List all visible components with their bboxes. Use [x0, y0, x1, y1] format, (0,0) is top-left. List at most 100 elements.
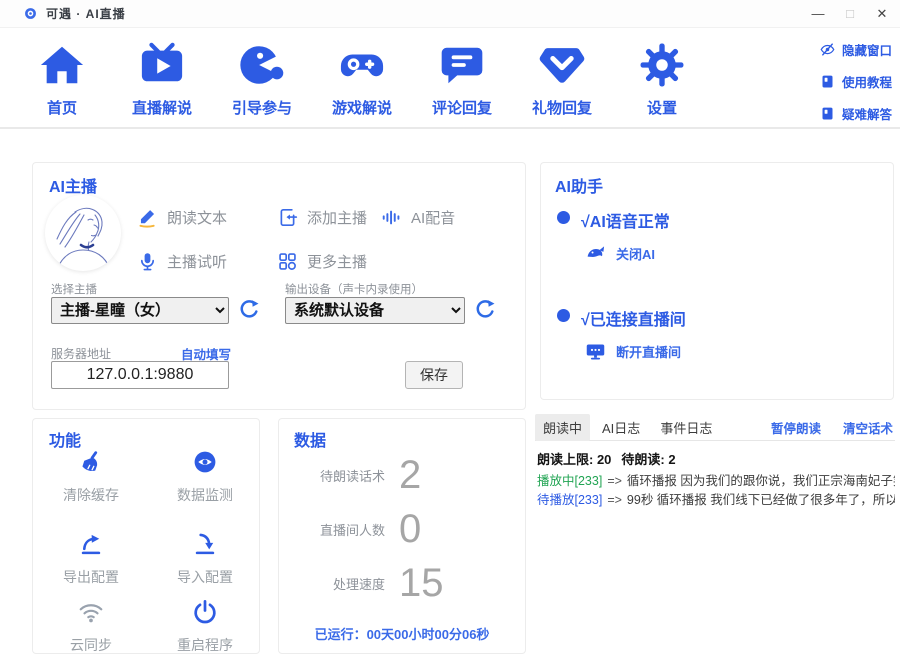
nav-item-home[interactable]: 首页 — [12, 42, 112, 118]
log-text: 99秒 循环播报 我们线下已经做了很多年了，所以说 — [627, 493, 895, 507]
close-ai-button[interactable]: 关闭AI — [585, 243, 655, 264]
stat-pending-scripts: 待朗读话术 2 — [293, 455, 421, 495]
close-button[interactable]: ✕ — [874, 7, 890, 20]
close-ai-label: 关闭AI — [616, 244, 655, 263]
log-panel: 朗读中 AI日志 事件日志 暂停朗读 清空话术 朗读上限: 20 待朗读: 2 播… — [535, 414, 895, 655]
tab-ai-log[interactable]: AI日志 — [594, 414, 648, 441]
fn-label: 导入配置 — [153, 567, 257, 587]
tab-reading[interactable]: 朗读中 — [535, 414, 590, 441]
clear-scripts-link[interactable]: 清空话术 — [843, 418, 893, 437]
cloud-sync-button[interactable]: 云同步 — [39, 599, 143, 655]
read-text-action[interactable]: 朗读文本 — [137, 207, 227, 228]
nav-item-gift-reply[interactable]: 礼物回复 — [512, 42, 612, 118]
import-icon — [192, 531, 218, 557]
ai-assistant-panel: AI助手 √AI语音正常 关闭AI √已连接直播间 断开直播间 — [540, 162, 894, 400]
minimize-button[interactable]: — — [810, 7, 826, 20]
stat-room-viewers: 直播间人数 0 — [293, 509, 421, 549]
anchor-select[interactable]: 主播-星瞳（女） — [51, 297, 229, 324]
nav-label: 首页 — [47, 97, 77, 118]
book-icon — [820, 106, 835, 121]
refresh-icon — [237, 298, 261, 322]
log-text: 循环播报 因为我们的跟你说，我们正宗海南妃子笑 — [627, 474, 895, 488]
stat-label: 处理速度 — [293, 574, 385, 593]
log-entry-queued: 待播放[233]=>99秒 循环播报 我们线下已经做了很多年了，所以说 — [537, 491, 895, 510]
quick-link-label: 使用教程 — [842, 72, 892, 91]
select-anchor-label: 选择主播 — [51, 281, 97, 297]
pending-count: 待朗读: 2 — [621, 452, 675, 467]
home-icon — [39, 42, 85, 88]
grid-icon — [277, 251, 298, 272]
log-tag: 播放中[233] — [537, 474, 602, 488]
pacman-icon — [239, 42, 285, 88]
troubleshooting-link[interactable]: 疑难解答 — [820, 104, 892, 123]
log-tabs: 朗读中 AI日志 事件日志 暂停朗读 清空话术 — [535, 414, 895, 441]
nav-label: 引导参与 — [232, 97, 292, 118]
action-label: 更多主播 — [307, 251, 367, 272]
more-anchors-action[interactable]: 更多主播 — [277, 251, 367, 272]
gift-diamond-icon — [539, 42, 585, 88]
save-button[interactable]: 保存 — [405, 361, 463, 389]
nav-item-settings[interactable]: 设置 — [612, 42, 712, 118]
anchor-audition-action[interactable]: 主播试听 — [137, 251, 227, 272]
nav-item-guide-participation[interactable]: 引导参与 — [212, 42, 312, 118]
refresh-icon — [473, 298, 497, 322]
disconnect-room-button[interactable]: 断开直播间 — [585, 341, 681, 362]
eye-off-icon — [820, 42, 835, 57]
nav-item-game-commentary[interactable]: 游戏解说 — [312, 42, 412, 118]
monitor-eye-icon — [192, 449, 218, 475]
disconnect-room-label: 断开直播间 — [616, 342, 681, 361]
nav-item-live-commentary[interactable]: 直播解说 — [112, 42, 212, 118]
quick-links: 隐藏窗口 使用教程 疑难解答 — [820, 40, 892, 123]
nav-item-comment-reply[interactable]: 评论回复 — [412, 42, 512, 118]
tab-event-log[interactable]: 事件日志 — [652, 414, 720, 441]
room-status-text: √已连接直播间 — [581, 306, 686, 330]
export-icon — [78, 531, 104, 557]
panel-title: AI主播 — [49, 173, 97, 197]
log-summary: 朗读上限: 20 待朗读: 2 — [537, 449, 895, 468]
import-config-button[interactable]: 导入配置 — [153, 531, 257, 587]
maximize-button[interactable]: □ — [842, 7, 858, 20]
monitor-chat-icon — [585, 341, 606, 362]
wifi-icon — [78, 599, 104, 625]
fn-label: 导出配置 — [39, 567, 143, 587]
output-device-select[interactable]: 系统默认设备 — [285, 297, 465, 324]
data-monitoring-button[interactable]: 数据监测 — [153, 449, 257, 505]
main-nav: 首页 直播解说 引导参与 — [0, 28, 900, 127]
gamepad-icon — [339, 42, 385, 88]
quick-link-label: 隐藏窗口 — [842, 40, 892, 59]
restart-program-button[interactable]: 重启程序 — [153, 599, 257, 655]
clear-cache-button[interactable]: 清除缓存 — [39, 449, 143, 505]
voice-status-dot — [557, 211, 570, 224]
titlebar: 可遇 · AI直播 — □ ✕ — [0, 0, 900, 28]
gear-icon — [639, 42, 685, 88]
refresh-anchor-button[interactable] — [237, 298, 261, 322]
refresh-device-button[interactable] — [473, 298, 497, 322]
book-icon — [820, 74, 835, 89]
nav-label: 直播解说 — [132, 97, 192, 118]
action-label: 添加主播 — [307, 207, 367, 228]
add-anchor-action[interactable]: 添加主播 — [277, 207, 367, 228]
hide-window-link[interactable]: 隐藏窗口 — [820, 40, 892, 59]
tutorial-link[interactable]: 使用教程 — [820, 72, 892, 91]
data-panel: 数据 待朗读话术 2 直播间人数 0 处理速度 15 已运行：00天00小时00… — [278, 418, 526, 654]
stat-value: 2 — [399, 455, 421, 495]
uptime-text: 已运行：00天00小时00分06秒 — [279, 624, 525, 643]
server-address-label: 服务器地址 — [51, 345, 111, 362]
action-label: 朗读文本 — [167, 207, 227, 228]
ai-dubbing-action[interactable]: AI配音 — [381, 207, 455, 228]
broom-icon — [78, 449, 104, 475]
app-window: 可遇 · AI直播 — □ ✕ 首页 直播解说 — [0, 0, 900, 655]
server-address-input[interactable] — [51, 361, 229, 389]
room-status-dot — [557, 309, 570, 322]
ai-anchor-panel: AI主播 — [32, 162, 526, 410]
stat-processing-speed: 处理速度 15 — [293, 563, 444, 603]
action-label: 主播试听 — [167, 251, 227, 272]
nav-label: 游戏解说 — [332, 97, 392, 118]
reading-limit: 朗读上限: 20 — [537, 452, 611, 467]
log-tag: 待播放[233] — [537, 493, 602, 507]
export-config-button[interactable]: 导出配置 — [39, 531, 143, 587]
stat-value: 15 — [399, 563, 444, 603]
functions-panel: 功能 清除缓存 数据监测 导出配置 — [32, 418, 260, 654]
nav-label: 礼物回复 — [532, 97, 592, 118]
pause-reading-link[interactable]: 暂停朗读 — [771, 418, 821, 437]
